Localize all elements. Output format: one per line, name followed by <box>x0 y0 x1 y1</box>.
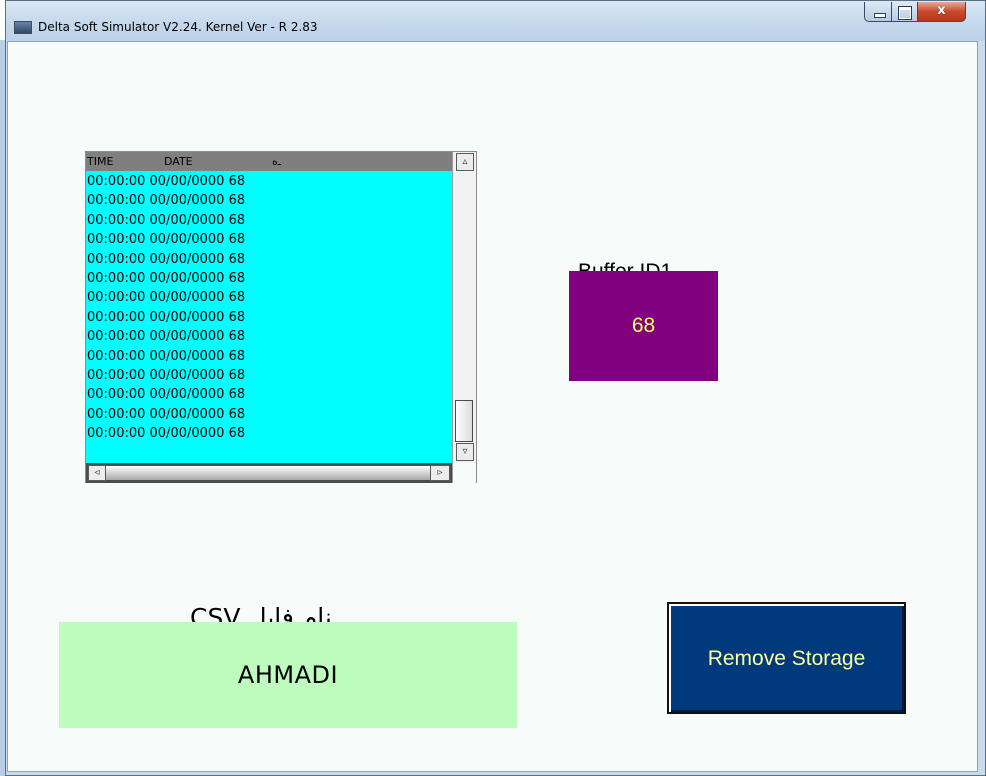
arrow-down-icon: ▿ <box>462 446 468 457</box>
list-header: TIME DATE ـﻩ <box>86 152 452 171</box>
header-date: DATE <box>164 155 193 168</box>
list-row[interactable]: 00:00:00 00/00/0000 68 <box>86 327 452 346</box>
minimize-icon <box>874 13 886 18</box>
arrow-left-icon: ◃ <box>94 467 100 478</box>
list-row[interactable]: 00:00:00 00/00/0000 68 <box>86 366 452 385</box>
list-row[interactable]: 00:00:00 00/00/0000 68 <box>86 308 452 327</box>
list-row[interactable]: 00:00:00 00/00/0000 68 <box>86 385 452 404</box>
list-row[interactable]: 00:00:00 00/00/0000 68 <box>86 191 452 210</box>
scrollbar-corner <box>452 463 476 483</box>
list-row[interactable]: 00:00:00 00/00/0000 68 <box>86 405 452 424</box>
list-row[interactable]: 00:00:00 00/00/0000 68 <box>86 250 452 269</box>
header-time: TIME <box>87 155 114 168</box>
list-row[interactable]: 00:00:00 00/00/0000 68 <box>86 211 452 230</box>
close-button[interactable]: x <box>918 2 966 22</box>
maximize-button[interactable] <box>892 2 918 22</box>
close-icon: x <box>937 3 946 18</box>
maximize-icon <box>898 6 912 20</box>
csv-file-name-input[interactable]: AHMADI <box>59 622 517 728</box>
list-row[interactable]: 00:00:00 00/00/0000 68 <box>86 172 452 191</box>
vertical-scrollbar[interactable]: ▵ ▿ <box>452 152 476 463</box>
list-rows: 00:00:00 00/00/0000 68 00:00:00 00/00/000… <box>86 172 452 443</box>
list-row[interactable]: 00:00:00 00/00/0000 68 <box>86 424 452 443</box>
horizontal-scroll-thumb[interactable] <box>88 466 450 480</box>
scroll-up-button[interactable]: ▵ <box>456 153 474 171</box>
window-title: Delta Soft Simulator V2.24. Kernel Ver -… <box>38 20 318 34</box>
scroll-left-button[interactable]: ◃ <box>88 465 106 481</box>
horizontal-scrollbar[interactable]: ◃ ▹ <box>86 463 452 483</box>
title-bar[interactable]: Delta Soft Simulator V2.24. Kernel Ver -… <box>6 1 985 41</box>
hmi-screen: TIME DATE ـﻩ 00:00:00 00/00/0000 68 00:00… <box>7 41 978 772</box>
list-row[interactable]: 00:00:00 00/00/0000 68 <box>86 230 452 249</box>
arrow-up-icon: ▵ <box>462 156 468 167</box>
scroll-down-button[interactable]: ▿ <box>456 443 474 461</box>
buffer-value-display: 68 <box>569 271 718 381</box>
arrow-right-icon: ▹ <box>437 467 443 478</box>
vertical-scroll-thumb[interactable] <box>455 400 473 442</box>
header-value: ـﻩ <box>272 155 281 168</box>
list-row[interactable]: 00:00:00 00/00/0000 68 <box>86 269 452 288</box>
history-data-list[interactable]: TIME DATE ـﻩ 00:00:00 00/00/0000 68 00:00… <box>85 151 477 483</box>
simulator-window: Delta Soft Simulator V2.24. Kernel Ver -… <box>5 0 986 776</box>
app-icon <box>14 21 32 34</box>
list-row[interactable]: 00:00:00 00/00/0000 68 <box>86 288 452 307</box>
minimize-button[interactable] <box>864 2 892 22</box>
list-row[interactable]: 00:00:00 00/00/0000 68 <box>86 347 452 366</box>
remove-storage-button[interactable]: Remove Storage <box>667 602 906 714</box>
scroll-right-button[interactable]: ▹ <box>430 465 450 481</box>
